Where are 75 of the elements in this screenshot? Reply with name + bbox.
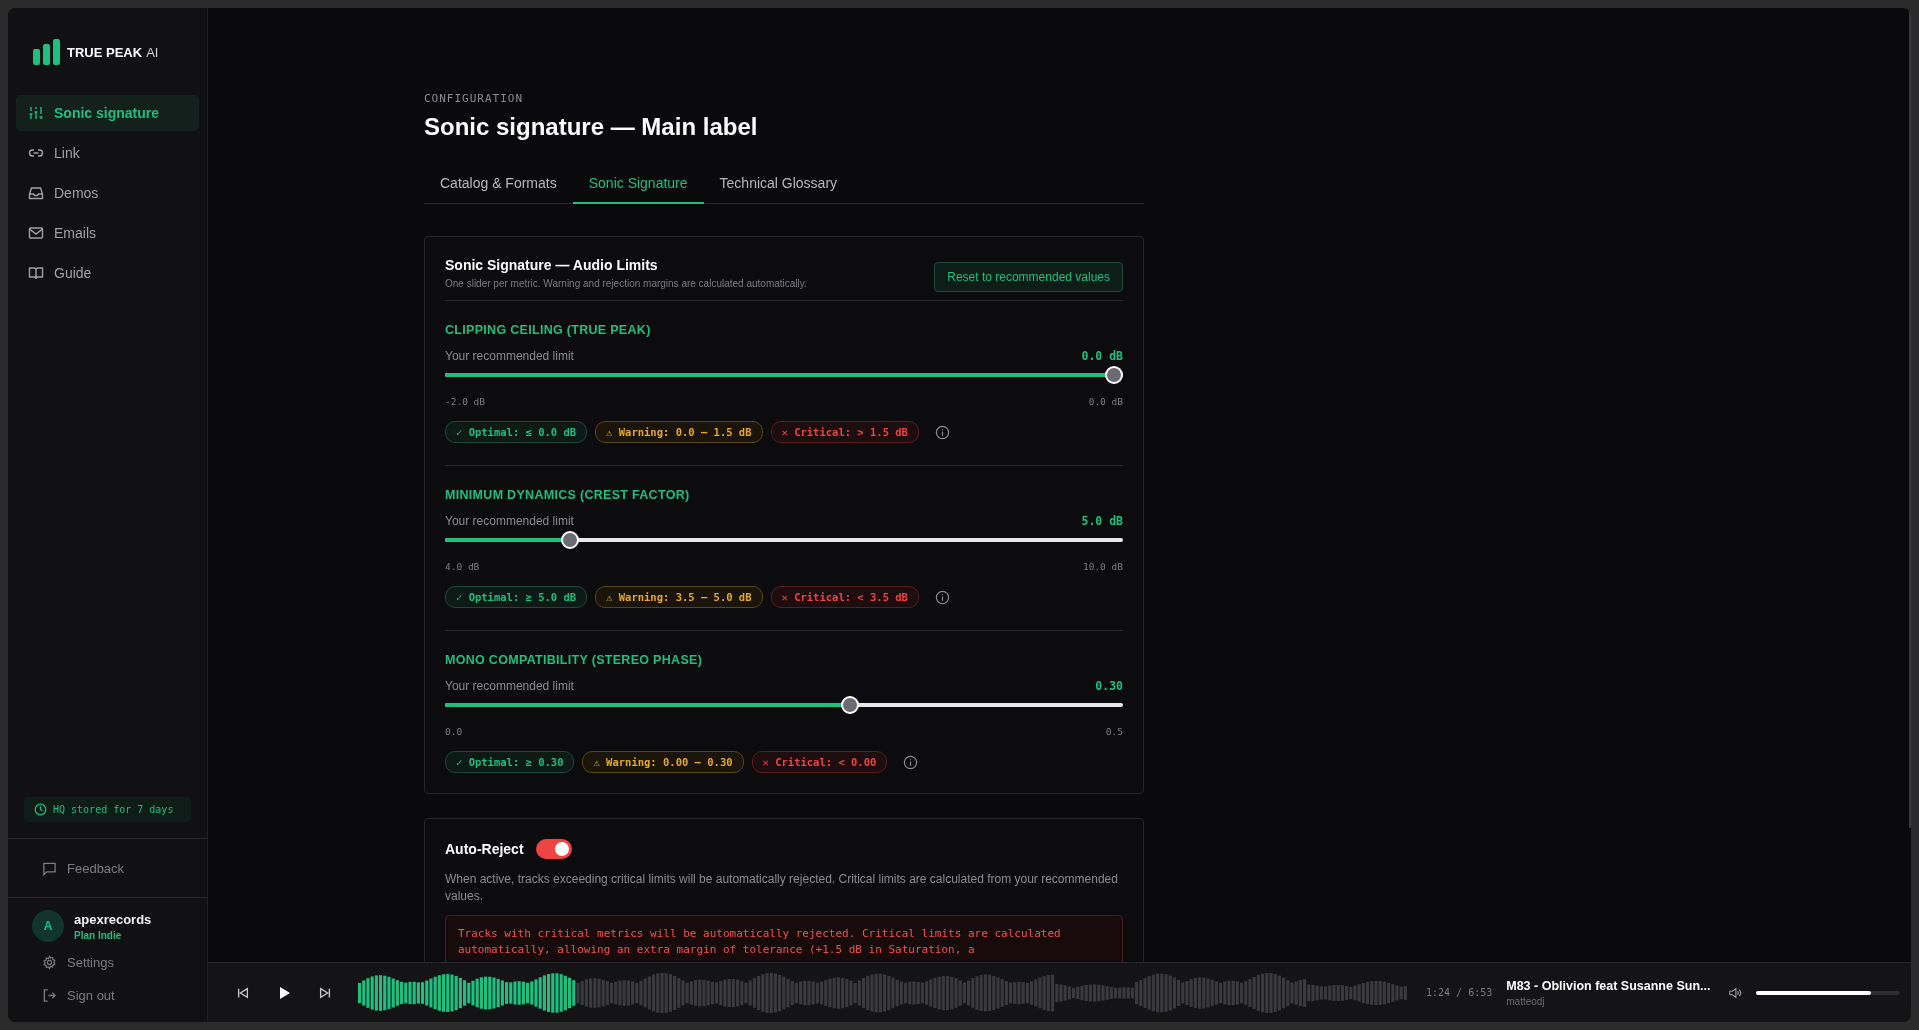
nav-item[interactable]: Link — [16, 135, 199, 171]
metric-title: MONO COMPATIBILITY (STEREO PHASE) — [445, 653, 704, 667]
nav-item[interactable]: Demos — [16, 175, 199, 211]
nav-item[interactable]: Emails — [16, 215, 199, 251]
toggle-switch[interactable] — [535, 839, 572, 859]
mail-icon — [28, 225, 44, 241]
metric-value: 0.30 — [1095, 679, 1123, 693]
nav-item[interactable]: Sonic signature — [16, 95, 199, 131]
auto-reject-description: When active, tracks exceeding critical limits will be automatically rejected. Critical limits are calculated from your recommended values. — [445, 871, 1119, 905]
logo-icon — [33, 39, 61, 65]
threshold-badge: ✓ Optimal: ≤ 0.0 dB — [445, 421, 588, 443]
brand-name: TRUE PEAK — [67, 44, 143, 60]
chat-bubble-icon — [42, 860, 57, 876]
slider[interactable] — [445, 366, 1123, 384]
slider-thumb[interactable] — [560, 531, 579, 549]
next-icon — [318, 985, 332, 1000]
settings-icon — [42, 955, 57, 970]
sidebar-link[interactable]: Sign out — [16, 979, 199, 1012]
nav-item[interactable]: Guide — [16, 255, 199, 291]
avatar: A — [32, 910, 64, 942]
slider[interactable] — [445, 696, 1123, 714]
metric-caption: Your recommended limit — [445, 514, 574, 528]
sign-out-icon — [42, 988, 57, 1003]
info-icon[interactable] — [934, 589, 950, 605]
metric-value: 0.0 dB — [1081, 349, 1123, 363]
clock-icon — [34, 803, 47, 816]
range-min: 4.0 dB — [445, 561, 480, 572]
section-eyebrow: CONFIGURATION — [424, 92, 525, 105]
slider-thumb[interactable] — [841, 696, 859, 714]
range-max: 10.0 dB — [1082, 561, 1123, 572]
playback-time: 1:24 / 6:53 — [1426, 987, 1493, 998]
auto-reject-label: Auto-Reject — [445, 841, 524, 857]
plan-label: Plan Indie — [74, 929, 123, 941]
range-min: -2.0 dB — [445, 396, 486, 407]
threshold-badge: ⚠ Warning: 0.0 — 1.5 dB — [595, 421, 763, 443]
slider[interactable] — [445, 531, 1123, 549]
info-icon[interactable] — [934, 424, 950, 440]
tab[interactable]: Sonic Signature — [572, 165, 704, 204]
inbox-icon — [28, 185, 44, 201]
previous-icon — [236, 985, 250, 1000]
threshold-badge: ✓ Optimal: ≥ 5.0 dB — [445, 586, 588, 608]
threshold-badge: ✓ Optimal: ≥ 0.30 — [445, 751, 575, 773]
track-title: M83 - Oblivion feat Susanne Sun... — [1506, 978, 1712, 993]
info-icon[interactable] — [903, 754, 919, 770]
range-max: 0.0 dB — [1088, 396, 1123, 407]
threshold-badge: ✕ Critical: > 1.5 dB — [770, 421, 919, 443]
card-title: Sonic Signature — Audio Limits — [445, 257, 659, 273]
volume-slider[interactable] — [1756, 990, 1901, 995]
book-icon — [28, 265, 44, 281]
threshold-badge: ⚠ Warning: 3.5 — 5.0 dB — [595, 586, 763, 608]
range-min: 0.0 — [445, 726, 463, 737]
metric-title: MINIMUM DYNAMICS (CREST FACTOR) — [445, 488, 691, 502]
range-max: 0.5 — [1105, 726, 1123, 737]
feedback-link[interactable]: Feedback — [16, 839, 199, 897]
sliders-icon — [28, 105, 44, 121]
threshold-badge: ⚠ Warning: 0.00 — 0.30 — [582, 751, 744, 773]
reset-button[interactable]: Reset to recommended values — [934, 262, 1123, 292]
speaker-icon[interactable] — [1728, 985, 1743, 1000]
threshold-badge: ✕ Critical: < 3.5 dB — [770, 586, 919, 608]
track-artist: matteodj — [1506, 995, 1546, 1007]
user-name: apexrecords — [74, 911, 152, 927]
metric-caption: Your recommended limit — [445, 349, 574, 363]
slider-thumb[interactable] — [1105, 366, 1123, 384]
metric-title: CLIPPING CEILING (TRUE PEAK) — [445, 323, 652, 337]
warning-message: Tracks with critical metrics will be automatically rejected. Critical limits are calculated automatically, allowing an extra margin of tolerance (+1.5 dB in Saturation, a — [445, 914, 1123, 962]
page-title: Sonic signature — Main label — [424, 113, 759, 141]
threshold-badge: ✕ Critical: < 0.00 — [751, 751, 888, 773]
metric-caption: Your recommended limit — [445, 679, 574, 693]
metric-value: 5.0 dB — [1081, 514, 1123, 528]
tab[interactable]: Technical Glossary — [703, 165, 854, 204]
sidebar-link[interactable]: Settings — [16, 946, 199, 979]
storage-note: HQ stored for 7 days — [24, 797, 191, 822]
brand-suffix: AI — [146, 44, 159, 60]
card-subtitle: One slider per metric. Warning and rejection margins are calculated automatically. — [445, 278, 807, 289]
tab[interactable]: Catalog & Formats — [424, 165, 573, 204]
